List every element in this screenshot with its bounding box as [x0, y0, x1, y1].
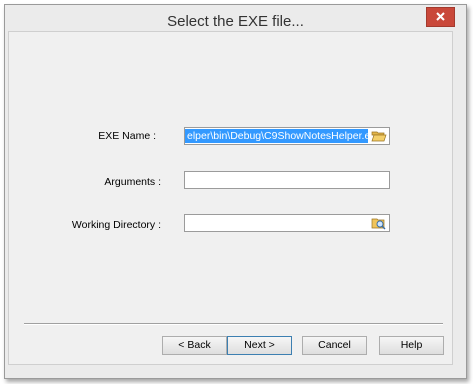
exe-name-field[interactable]: elper\bin\Debug\C9ShowNotesHelper.exe — [184, 127, 390, 145]
folder-open-icon[interactable] — [371, 129, 387, 143]
close-icon — [436, 12, 445, 21]
footer-separator — [24, 323, 443, 325]
window-title: Select the EXE file... — [167, 13, 304, 30]
back-button[interactable]: < Back — [162, 336, 227, 355]
exe-name-label: EXE Name : — [98, 130, 156, 142]
close-button[interactable] — [426, 7, 455, 27]
next-button[interactable]: Next > — [227, 336, 292, 355]
working-directory-label: Working Directory : — [71, 219, 161, 231]
arguments-value — [185, 173, 189, 187]
exe-name-value: elper\bin\Debug\C9ShowNotesHelper.exe — [185, 129, 368, 143]
dialog-body — [8, 31, 453, 365]
arguments-field[interactable] — [184, 171, 390, 189]
folder-search-icon[interactable] — [371, 216, 387, 230]
working-directory-value — [185, 216, 189, 230]
working-directory-field[interactable] — [184, 214, 390, 232]
arguments-label: Arguments : — [104, 176, 161, 188]
cancel-button[interactable]: Cancel — [302, 336, 367, 355]
help-button[interactable]: Help — [379, 336, 444, 355]
